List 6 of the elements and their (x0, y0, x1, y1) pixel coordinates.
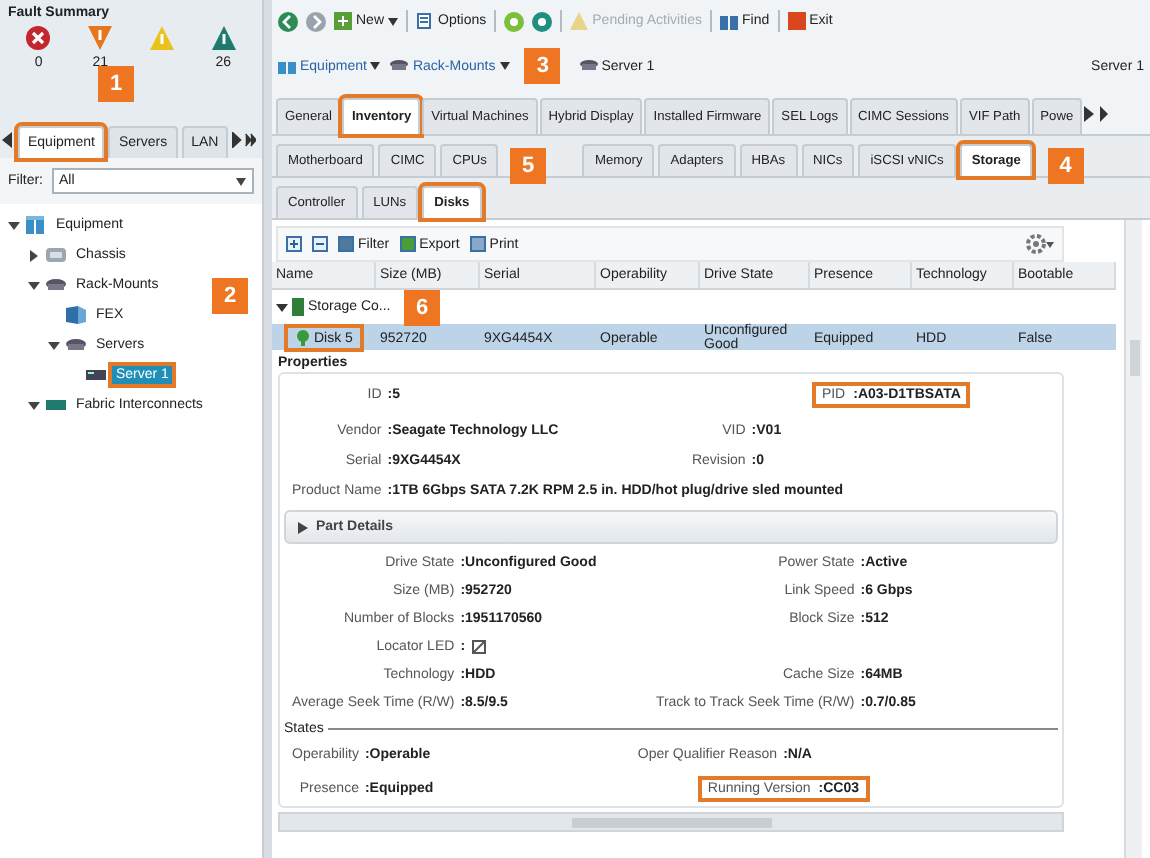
callout-badge: 5 (510, 148, 547, 184)
callout-badge: 4 (1047, 148, 1084, 184)
callout-badge: 6 (404, 290, 440, 326)
callout-badge: 3 (524, 48, 561, 84)
callout-badge: 1 (98, 66, 134, 102)
callout-badge: 2 (212, 278, 248, 314)
